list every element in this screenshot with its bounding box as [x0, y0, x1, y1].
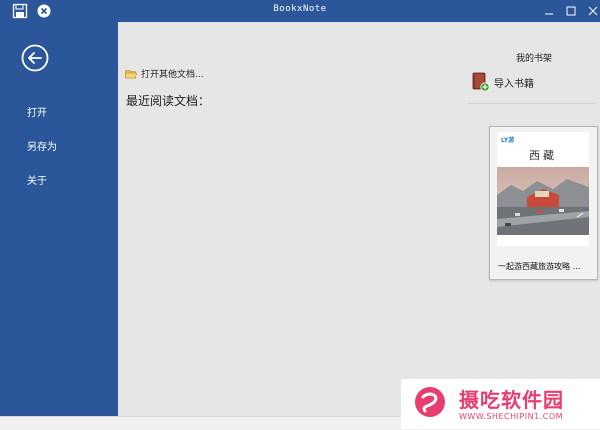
- folder-icon: [125, 69, 137, 78]
- cover-photo: [497, 167, 589, 235]
- minimize-button[interactable]: [538, 0, 560, 22]
- book-add-icon: [472, 72, 490, 92]
- sidebar-item-save-as[interactable]: 另存为: [27, 138, 57, 153]
- maximize-button[interactable]: [560, 0, 582, 22]
- watermark-url: WWW.SHECHIPIN1.COM: [459, 412, 564, 421]
- book-card[interactable]: LY游 西藏 一起游西藏旅游攻略 …: [489, 126, 598, 280]
- window-title: BookxNote: [273, 4, 327, 14]
- back-arrow-icon[interactable]: [21, 44, 49, 72]
- sidebar-item-about[interactable]: 关于: [27, 172, 47, 187]
- watermark-text: 摄吃软件园: [459, 388, 564, 412]
- cover-title: 西藏: [529, 149, 557, 162]
- book-cover: LY游 西藏: [497, 132, 589, 246]
- book-title: 一起游西藏旅游攻略 …: [498, 262, 581, 271]
- bookshelf-heading: 我的书架: [516, 54, 553, 64]
- sidebar: 打开 另存为 关于: [0, 22, 118, 416]
- watermark: 摄吃软件园 WWW.SHECHIPIN1.COM: [401, 379, 600, 429]
- divider: [468, 103, 597, 104]
- maximize-icon: [566, 6, 576, 16]
- cover-brand-logo: LY游: [501, 137, 515, 144]
- close-icon: [588, 6, 598, 16]
- watermark-logo: [415, 387, 445, 417]
- recent-documents-heading: 最近阅读文档：: [126, 94, 211, 108]
- import-book-button[interactable]: 导入书籍: [472, 72, 534, 92]
- import-book-label: 导入书籍: [494, 78, 534, 90]
- title-bar: BookxNote: [0, 0, 600, 22]
- close-button[interactable]: [582, 0, 600, 22]
- open-other-document-button[interactable]: 打开其他文档...: [125, 67, 204, 80]
- minimize-icon: [545, 13, 553, 15]
- open-other-document-label: 打开其他文档...: [141, 70, 204, 80]
- sidebar-item-open[interactable]: 打开: [27, 104, 47, 119]
